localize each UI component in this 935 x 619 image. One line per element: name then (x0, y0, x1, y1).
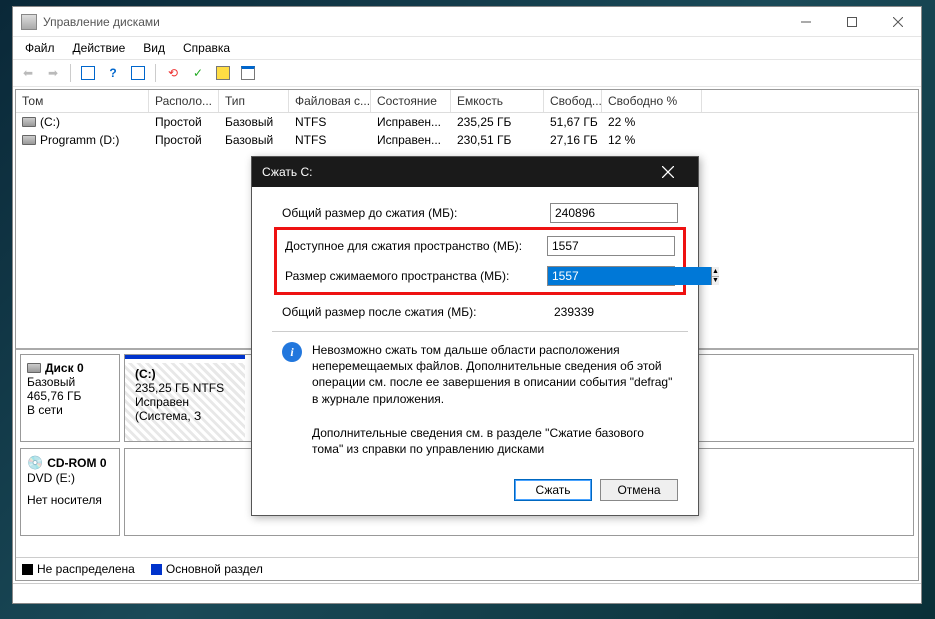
statusbar (13, 583, 921, 603)
window-title: Управление дисками (43, 15, 783, 29)
minimize-button[interactable] (783, 7, 829, 36)
spinner[interactable]: ▲▼ (711, 267, 719, 285)
volume-icon (22, 135, 36, 145)
legend: Не распределена Основной раздел (16, 557, 918, 580)
volume-icon (22, 117, 36, 127)
close-button[interactable] (875, 7, 921, 36)
spin-down-icon[interactable]: ▼ (712, 277, 719, 286)
col-capacity[interactable]: Емкость (451, 90, 544, 112)
dialog-title: Сжать C: (262, 165, 648, 179)
info-icon: i (282, 342, 302, 362)
total-before-label: Общий размер до сжатия (МБ): (282, 206, 550, 220)
forward-icon: ➡ (42, 62, 64, 84)
toolbar-icon[interactable] (212, 62, 234, 84)
col-volume[interactable]: Том (16, 90, 149, 112)
shrink-dialog: Сжать C: Общий размер до сжатия (МБ): 24… (251, 156, 699, 516)
col-free[interactable]: Свобод... (544, 90, 602, 112)
dialog-close-button[interactable] (648, 157, 688, 187)
col-layout[interactable]: Располо... (149, 90, 219, 112)
cdrom-label[interactable]: 💿CD-ROM 0 DVD (E:) Нет носителя (20, 448, 120, 536)
total-before-value: 240896 (550, 203, 678, 223)
partition-c[interactable]: (C:) 235,25 ГБ NTFS Исправен (Система, З (125, 355, 245, 441)
table-row[interactable]: Programm (D:) Простой Базовый NTFS Испра… (16, 131, 918, 149)
legend-swatch-unalloc (22, 564, 33, 575)
col-type[interactable]: Тип (219, 90, 289, 112)
toolbar-icon[interactable] (77, 62, 99, 84)
info-text-1: Невозможно сжать том дальше области расп… (312, 342, 678, 407)
legend-swatch-primary (151, 564, 162, 575)
menu-file[interactable]: Файл (17, 39, 63, 57)
available-shrink-value: 1557 (547, 236, 675, 256)
info-text-2: Дополнительные сведения см. в разделе "С… (312, 425, 678, 457)
back-icon: ⬅ (17, 62, 39, 84)
toolbar-icon[interactable] (127, 62, 149, 84)
app-icon (21, 14, 37, 30)
col-filesystem[interactable]: Файловая с... (289, 90, 371, 112)
cancel-button[interactable]: Отмена (600, 479, 678, 501)
highlight-box: Доступное для сжатия пространство (МБ): … (274, 227, 686, 295)
col-status[interactable]: Состояние (371, 90, 451, 112)
menu-action[interactable]: Действие (65, 39, 134, 57)
disk-label[interactable]: Диск 0 Базовый 465,76 ГБ В сети (20, 354, 120, 442)
total-after-label: Общий размер после сжатия (МБ): (282, 305, 550, 319)
toolbar: ⬅ ➡ ? ⟲ ✓ (13, 59, 921, 87)
table-row[interactable]: (C:) Простой Базовый NTFS Исправен... 23… (16, 113, 918, 131)
help-icon[interactable]: ? (102, 62, 124, 84)
volume-table-header: Том Располо... Тип Файловая с... Состоян… (16, 90, 918, 113)
menu-help[interactable]: Справка (175, 39, 238, 57)
dialog-titlebar[interactable]: Сжать C: (252, 157, 698, 187)
refresh-icon[interactable]: ⟲ (162, 62, 184, 84)
cdrom-icon: 💿 (27, 455, 43, 471)
disk-icon (27, 363, 41, 373)
check-icon[interactable]: ✓ (187, 62, 209, 84)
col-freepct[interactable]: Свободно % (602, 90, 702, 112)
shrink-amount-label: Размер сжимаемого пространства (МБ): (285, 269, 547, 283)
menubar: Файл Действие Вид Справка (13, 37, 921, 59)
menu-view[interactable]: Вид (135, 39, 173, 57)
toolbar-icon[interactable] (237, 62, 259, 84)
shrink-button[interactable]: Сжать (514, 479, 592, 501)
available-shrink-label: Доступное для сжатия пространство (МБ): (285, 239, 547, 253)
maximize-button[interactable] (829, 7, 875, 36)
shrink-amount-field[interactable]: ▲▼ (547, 266, 675, 286)
titlebar[interactable]: Управление дисками (13, 7, 921, 37)
total-after-value: 239339 (550, 303, 678, 321)
spin-up-icon[interactable]: ▲ (712, 267, 719, 277)
shrink-amount-input[interactable] (548, 267, 711, 285)
